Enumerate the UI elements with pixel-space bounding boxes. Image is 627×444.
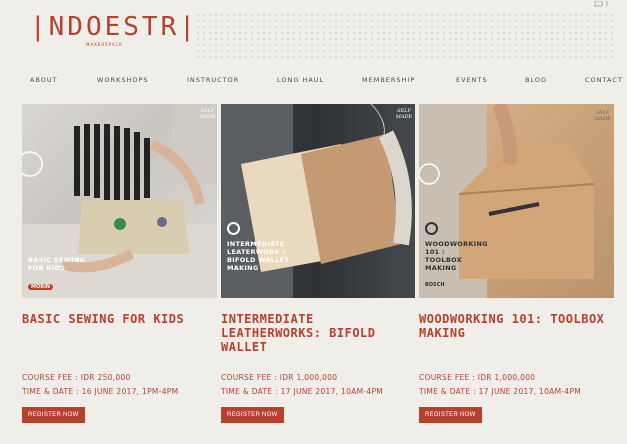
register-button[interactable]: REGISTER NOW	[221, 407, 284, 423]
target-icon	[425, 222, 438, 235]
page: |NDOESTR| MAKERSPACE ABOUT WORKSHOPS INS…	[0, 0, 627, 444]
nav-workshops[interactable]: WORKSHOPS	[97, 76, 149, 84]
logo[interactable]: |NDOESTR|	[30, 12, 198, 42]
nav-instructor[interactable]: INSTRUCTOR	[187, 76, 239, 84]
workshop-image-sewing[interactable]: SELF MADE BASIC SEWING FOR KIDS MORIN	[22, 104, 217, 298]
course-fee: COURSE FEE : IDR 1,000,000	[419, 373, 536, 382]
workshop-title[interactable]: BASIC SEWING FOR KIDS	[22, 312, 217, 326]
corner-icon	[594, 0, 608, 7]
header: |NDOESTR| MAKERSPACE	[0, 0, 627, 70]
nav-membership[interactable]: MEMBERSHIP	[362, 76, 415, 84]
card-overlay-text: BASIC SEWING FOR KIDS	[28, 256, 86, 272]
self-made-badge: SELF MADE	[395, 108, 413, 120]
workshop-image-leather[interactable]: SELF MADE INTERMEDIATE LEATERWORK : BIFO…	[221, 104, 415, 298]
self-made-badge: SELF MADE	[199, 108, 216, 120]
brand-logo: BOSCH	[425, 282, 445, 288]
leather-tool-icon	[227, 222, 240, 235]
time-date: TIME & DATE : 16 JUNE 2017, 1PM-4PM	[22, 387, 179, 396]
time-date: TIME & DATE : 17 JUNE 2017, 10AM-4PM	[419, 387, 582, 396]
course-fee: COURSE FEE : IDR 250,000	[22, 373, 131, 382]
workshop-image-woodworking[interactable]: SELF MADE WOODWORKING 101 : TOOLBOX MAKI…	[419, 104, 614, 298]
window-icons	[593, 0, 613, 9]
logo-subtitle: MAKERSPACE	[86, 42, 123, 47]
register-button[interactable]: REGISTER NOW	[22, 407, 85, 423]
nav-long-haul[interactable]: LONG HAUL	[277, 76, 324, 84]
dot-pattern	[195, 12, 615, 62]
card-overlay-text: INTERMEDIATE LEATERWORK : BIFOLD WALLET …	[227, 240, 290, 272]
nav-blog[interactable]: BLOG	[525, 76, 547, 84]
main-nav: ABOUT WORKSHOPS INSTRUCTOR LONG HAUL MEM…	[0, 76, 627, 90]
brand-logo: MORIN	[28, 284, 54, 290]
nav-events[interactable]: EVENTS	[456, 76, 488, 84]
workshop-title[interactable]: WOODWORKING 101: TOOLBOX MAKING	[419, 312, 614, 340]
time-date: TIME & DATE : 17 JUNE 2017, 10AM-4PM	[221, 387, 384, 396]
register-button[interactable]: REGISTER NOW	[419, 407, 482, 423]
nav-about[interactable]: ABOUT	[30, 76, 58, 84]
self-made-badge: SELF MADE	[594, 110, 611, 122]
workshop-title[interactable]: INTERMEDIATE LEATHERWORKS: BIFOLD WALLET	[221, 312, 416, 354]
nav-contact[interactable]: CONTACT	[585, 76, 623, 84]
course-fee: COURSE FEE : IDR 1,000,000	[221, 373, 338, 382]
card-overlay-text: WOODWORKING 101 : TOOLBOX MAKING	[425, 240, 488, 272]
